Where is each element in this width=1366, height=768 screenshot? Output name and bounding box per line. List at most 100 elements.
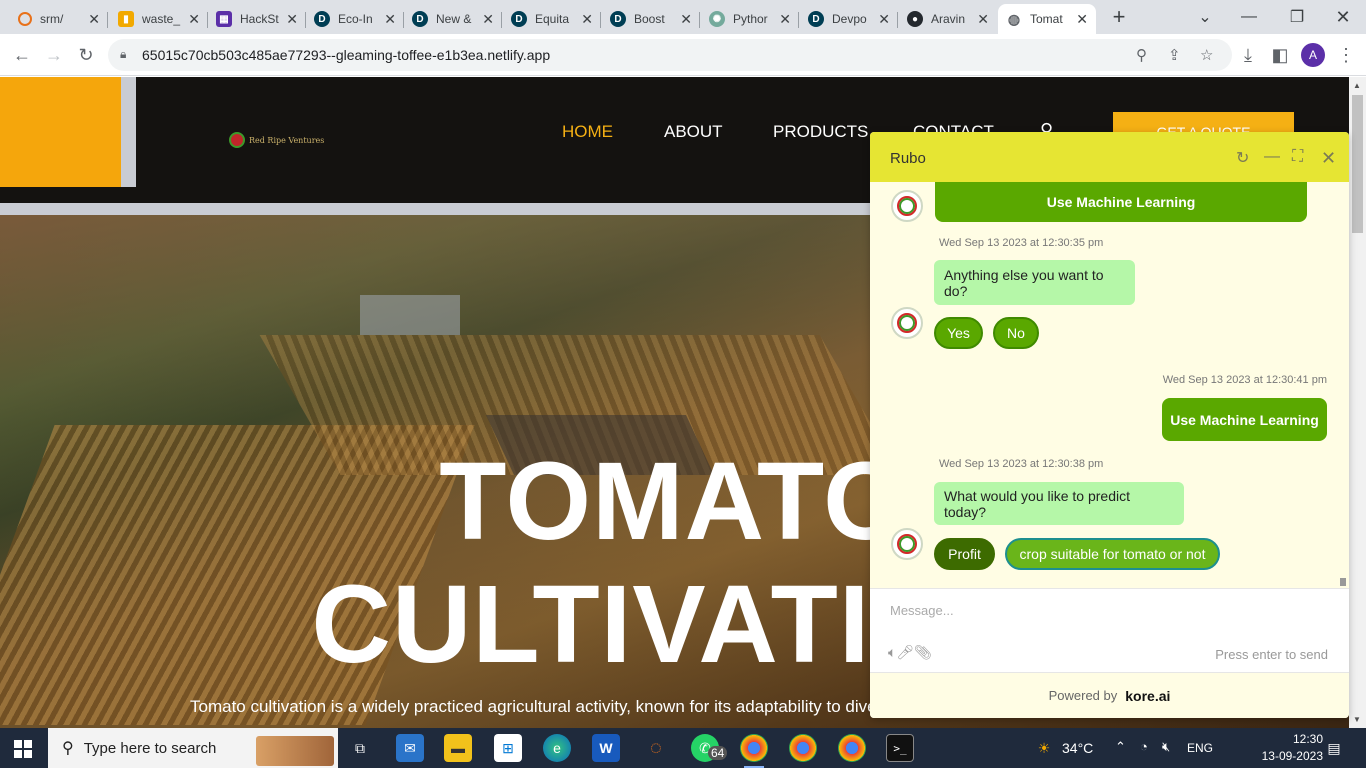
tab-srm[interactable]: srm/✕ xyxy=(10,4,108,34)
task-view-icon[interactable]: ⧉ xyxy=(346,734,374,762)
close-window-icon[interactable]: ✕ xyxy=(1320,0,1366,34)
side-panel-icon[interactable]: ◧ xyxy=(1266,41,1294,69)
expand-chat-icon[interactable]: ⛶ xyxy=(1292,148,1303,166)
close-tab-icon[interactable]: ✕ xyxy=(188,11,200,28)
tab-hackst[interactable]: ▦ HackSt ✕ xyxy=(208,4,306,34)
nav-about[interactable]: ABOUT xyxy=(664,122,723,142)
message-input[interactable]: Message... xyxy=(890,603,954,618)
close-tab-icon[interactable]: ✕ xyxy=(384,11,396,28)
kore-ai-logo: kore.ai xyxy=(1125,687,1171,704)
close-tab-icon[interactable]: ✕ xyxy=(680,11,692,28)
tab-equita[interactable]: D Equita ✕ xyxy=(503,4,601,34)
scrollbar-thumb[interactable] xyxy=(1352,95,1363,233)
jupyter-icon[interactable]: ◌ xyxy=(642,734,670,762)
spinner-icon xyxy=(18,12,32,26)
speaker-mic-attach-icons[interactable]: 🔈︎🎤︎📎︎ xyxy=(888,644,932,661)
close-chat-icon[interactable]: ✕ xyxy=(1321,148,1336,169)
clock-date[interactable]: 13-09-2023 xyxy=(1243,749,1323,763)
taskbar-search[interactable]: ⚲ Type here to search xyxy=(48,728,338,768)
tab-devpost[interactable]: D Devpo ✕ xyxy=(800,4,898,34)
more-menu-icon[interactable]: ⋮ xyxy=(1332,41,1360,69)
quick-reply-yes[interactable]: Yes xyxy=(934,317,983,349)
silo-decoration xyxy=(360,295,460,335)
reload-icon[interactable]: ↻ xyxy=(72,41,100,69)
tab-waste[interactable]: ▮ waste_ ✕ xyxy=(110,4,208,34)
show-hidden-icons[interactable]: ⌃ xyxy=(1115,739,1126,755)
chat-scrollbar[interactable] xyxy=(1340,184,1346,586)
openai-icon: ✺ xyxy=(709,11,725,27)
tab-github[interactable]: ● Aravin ✕ xyxy=(899,4,997,34)
close-tab-icon[interactable]: ✕ xyxy=(88,11,100,28)
bot-avatar xyxy=(891,528,923,560)
forward-arrow-icon[interactable]: → xyxy=(40,41,68,69)
tab-boost[interactable]: D Boost ✕ xyxy=(602,4,700,34)
windows-start-icon[interactable] xyxy=(14,740,32,758)
network-icon[interactable]: ◔ xyxy=(1140,739,1148,754)
new-tab-button[interactable]: + xyxy=(1096,0,1142,34)
scroll-up-icon[interactable]: ▲ xyxy=(1353,81,1361,90)
tab-new[interactable]: D New & ✕ xyxy=(404,4,502,34)
language-indicator[interactable]: ENG xyxy=(1187,741,1213,755)
restore-window-icon[interactable]: ❐ xyxy=(1274,0,1320,34)
tab-python[interactable]: ✺ Pythor ✕ xyxy=(701,4,799,34)
word-icon[interactable]: W xyxy=(592,734,620,762)
edge-icon[interactable]: e xyxy=(543,734,571,762)
mail-icon[interactable]: ✉ xyxy=(396,734,424,762)
message-timestamp: Wed Sep 13 2023 at 12:30:41 pm xyxy=(1162,374,1327,386)
clock-time[interactable]: 12:30 xyxy=(1263,732,1323,746)
grid-icon: ▦ xyxy=(216,11,232,27)
share-icon[interactable]: ⇪ xyxy=(1168,46,1181,64)
minimize-window-icon[interactable]: — xyxy=(1226,0,1272,34)
tomato-avatar-icon xyxy=(897,534,917,554)
chrome-profile-c-icon[interactable] xyxy=(838,734,866,762)
nav-home[interactable]: HOME xyxy=(562,122,613,142)
bookmark-star-icon[interactable]: ☆ xyxy=(1200,46,1213,64)
notebook-icon: ▮ xyxy=(118,11,134,27)
close-tab-icon[interactable]: ✕ xyxy=(977,11,989,28)
close-tab-icon[interactable]: ✕ xyxy=(878,11,890,28)
message-timestamp: Wed Sep 13 2023 at 12:30:35 pm xyxy=(939,237,1104,249)
weather-icon[interactable]: ☀ xyxy=(1030,734,1058,762)
back-arrow-icon[interactable]: ← xyxy=(8,41,36,69)
header-accent-block xyxy=(0,77,121,187)
page-scrollbar[interactable]: ▲ ▼ xyxy=(1349,77,1366,728)
close-tab-icon[interactable]: ✕ xyxy=(286,11,298,28)
speaker-muted-icon[interactable]: 🔇︎ xyxy=(1162,739,1170,755)
download-icon[interactable]: ⤓ xyxy=(1234,41,1262,69)
devpost-icon: D xyxy=(314,11,330,27)
nav-products[interactable]: PRODUCTS xyxy=(773,122,868,142)
devpost-icon: D xyxy=(511,11,527,27)
tab-tomato-active[interactable]: ◍ Tomat ✕ xyxy=(998,4,1096,34)
close-tab-icon[interactable]: ✕ xyxy=(779,11,791,28)
user-message: Use Machine Learning xyxy=(935,182,1307,222)
store-icon[interactable]: ⊞ xyxy=(494,734,522,762)
quick-reply-crop-suitable[interactable]: crop suitable for tomato or not xyxy=(1005,538,1220,570)
close-tab-icon[interactable]: ✕ xyxy=(1076,11,1088,28)
tab-search-chevron-icon[interactable]: ⌄ xyxy=(1182,0,1228,34)
chrome-profile-b-icon[interactable] xyxy=(789,734,817,762)
tab-eco[interactable]: D Eco-In ✕ xyxy=(306,4,404,34)
quick-reply-no[interactable]: No xyxy=(993,317,1039,349)
quick-reply-profit[interactable]: Profit xyxy=(934,538,995,570)
close-tab-icon[interactable]: ✕ xyxy=(581,11,593,28)
weather-temp[interactable]: 34°C xyxy=(1062,740,1093,756)
site-logo[interactable]: Red Ripe Ventures xyxy=(229,132,324,148)
powered-by-label: Powered by xyxy=(1048,688,1118,703)
location-pin-icon[interactable]: ⚲ xyxy=(1136,46,1147,64)
tomato-avatar-icon xyxy=(897,196,917,216)
reconnect-icon[interactable]: ↻ xyxy=(1236,148,1249,168)
profile-avatar[interactable]: A xyxy=(1301,43,1325,67)
devpost-icon: D xyxy=(610,11,626,27)
address-bar[interactable]: 🔒︎ 65015c70cb503c485ae77293--gleaming-to… xyxy=(108,39,1232,71)
notifications-icon[interactable]: ▤ xyxy=(1320,734,1348,762)
chat-scrollbar-thumb[interactable] xyxy=(1340,578,1346,586)
browser-toolbar: ← → ↻ 🔒︎ 65015c70cb503c485ae77293--gleam… xyxy=(0,34,1366,76)
user-message: Use Machine Learning xyxy=(1162,398,1327,441)
close-tab-icon[interactable]: ✕ xyxy=(482,11,494,28)
scroll-down-icon[interactable]: ▼ xyxy=(1353,715,1361,724)
tomato-logo-icon xyxy=(229,132,245,148)
terminal-icon[interactable]: >_ xyxy=(886,734,914,762)
file-explorer-icon[interactable]: ▬ xyxy=(444,734,472,762)
minimize-chat-icon[interactable]: — xyxy=(1264,148,1280,166)
chrome-profile-a-icon[interactable] xyxy=(740,734,768,768)
